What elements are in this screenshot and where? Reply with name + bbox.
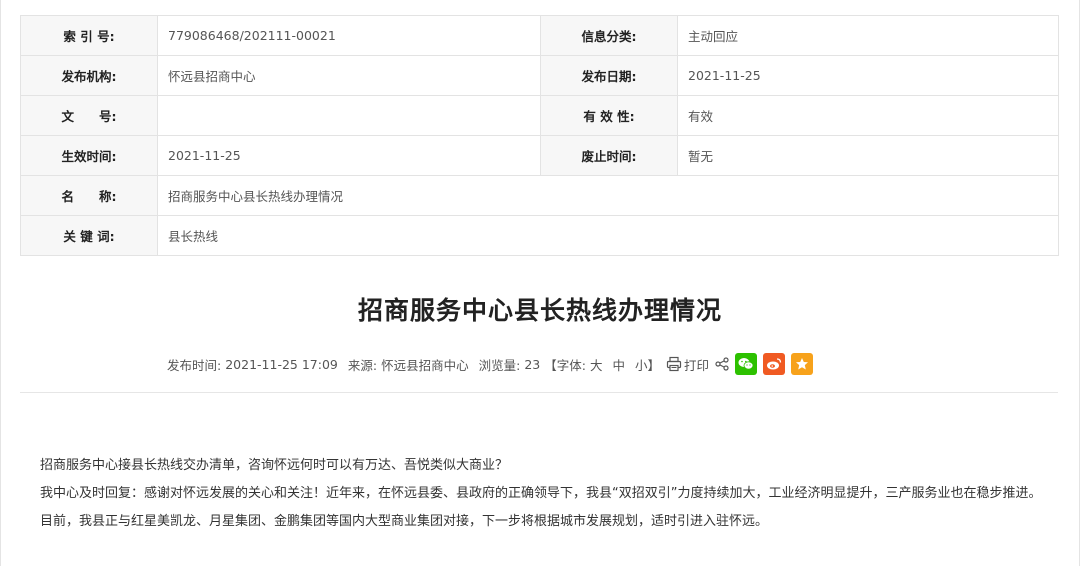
keywords-label: 关 键 词: <box>20 215 158 256</box>
metadata-row: 发布机构: 怀远县招商中心 发布日期: 2021-11-25 <box>20 55 1059 96</box>
effective-value: 2021-11-25 <box>157 135 541 176</box>
font-small-button[interactable]: 小 <box>635 355 648 374</box>
print-label: 打印 <box>684 357 710 373</box>
publisher-label: 发布机构: <box>20 55 158 96</box>
name-value: 招商服务中心县长热线办理情况 <box>157 175 1059 216</box>
docno-value <box>157 95 541 136</box>
source-value: 怀远县招商中心 <box>381 357 469 373</box>
left-border <box>0 0 1 566</box>
weibo-share-button[interactable] <box>763 353 786 375</box>
category-value: 主动回应 <box>677 15 1059 56</box>
views-label: 浏览量: <box>478 357 521 373</box>
article-info-bar: 发布时间: 2021-11-25 17:09 来源: 怀远县招商中心 浏览量: … <box>167 351 819 377</box>
article-title: 招商服务中心县长热线办理情况 <box>357 296 722 325</box>
validity-value: 有效 <box>677 95 1059 136</box>
publish-time-label: 发布时间: <box>167 357 222 373</box>
content-divider <box>20 392 1058 393</box>
weibo-icon <box>767 358 782 370</box>
font-size-open: 【字体: <box>544 357 586 373</box>
publish-time-value: 2021-11-25 17:09 <box>225 356 338 372</box>
expire-value: 暂无 <box>677 135 1059 176</box>
metadata-row: 索 引 号: 779086468/202111-00021 信息分类: 主动回应 <box>20 15 1059 56</box>
index-label: 索 引 号: <box>20 15 158 56</box>
category-label: 信息分类: <box>540 15 678 56</box>
font-large-button[interactable]: 大 <box>590 355 603 374</box>
share-icon[interactable] <box>715 357 729 371</box>
docno-label: 文 号: <box>20 95 158 136</box>
effective-label: 生效时间: <box>20 135 158 176</box>
favorite-button[interactable] <box>791 353 814 375</box>
article-body: 招商服务中心接县长热线交办清单，咨询怀远何时可以有万达、吾悦类似大商业？ 我中心… <box>40 452 1050 536</box>
star-icon <box>796 358 809 370</box>
page: 索 引 号: 779086468/202111-00021 信息分类: 主动回应… <box>0 0 1080 566</box>
font-medium-button[interactable]: 中 <box>612 355 625 374</box>
keywords-value: 县长热线 <box>157 215 1059 256</box>
printer-icon <box>666 356 682 372</box>
source-label: 来源: <box>347 357 378 373</box>
name-label: 名 称: <box>20 175 158 216</box>
pubdate-label: 发布日期: <box>540 55 678 96</box>
metadata-row: 生效时间: 2021-11-25 废止时间: 暂无 <box>20 135 1059 176</box>
pubdate-value: 2021-11-25 <box>677 55 1059 96</box>
validity-label: 有 效 性: <box>540 95 678 136</box>
views-value: 23 <box>524 356 541 372</box>
body-paragraph: 招商服务中心接县长热线交办清单，咨询怀远何时可以有万达、吾悦类似大商业？ <box>40 458 509 473</box>
publisher-value: 怀远县招商中心 <box>157 55 541 96</box>
metadata-table: 索 引 号: 779086468/202111-00021 信息分类: 主动回应… <box>20 15 1059 256</box>
font-size-close: 】 <box>647 357 660 373</box>
metadata-row: 关 键 词: 县长热线 <box>20 215 1059 256</box>
wechat-icon <box>738 358 754 370</box>
expire-label: 废止时间: <box>540 135 678 176</box>
wechat-share-button[interactable] <box>735 353 758 375</box>
body-paragraph: 我中心及时回复：感谢对怀远发展的关心和关注！近年来，在怀远县委、县政府的正确领导… <box>40 486 1042 529</box>
index-value: 779086468/202111-00021 <box>157 15 541 56</box>
metadata-row: 文 号: 有 效 性: 有效 <box>20 95 1059 136</box>
metadata-row: 名 称: 招商服务中心县长热线办理情况 <box>20 175 1059 216</box>
print-button[interactable]: 打印 <box>666 355 709 374</box>
